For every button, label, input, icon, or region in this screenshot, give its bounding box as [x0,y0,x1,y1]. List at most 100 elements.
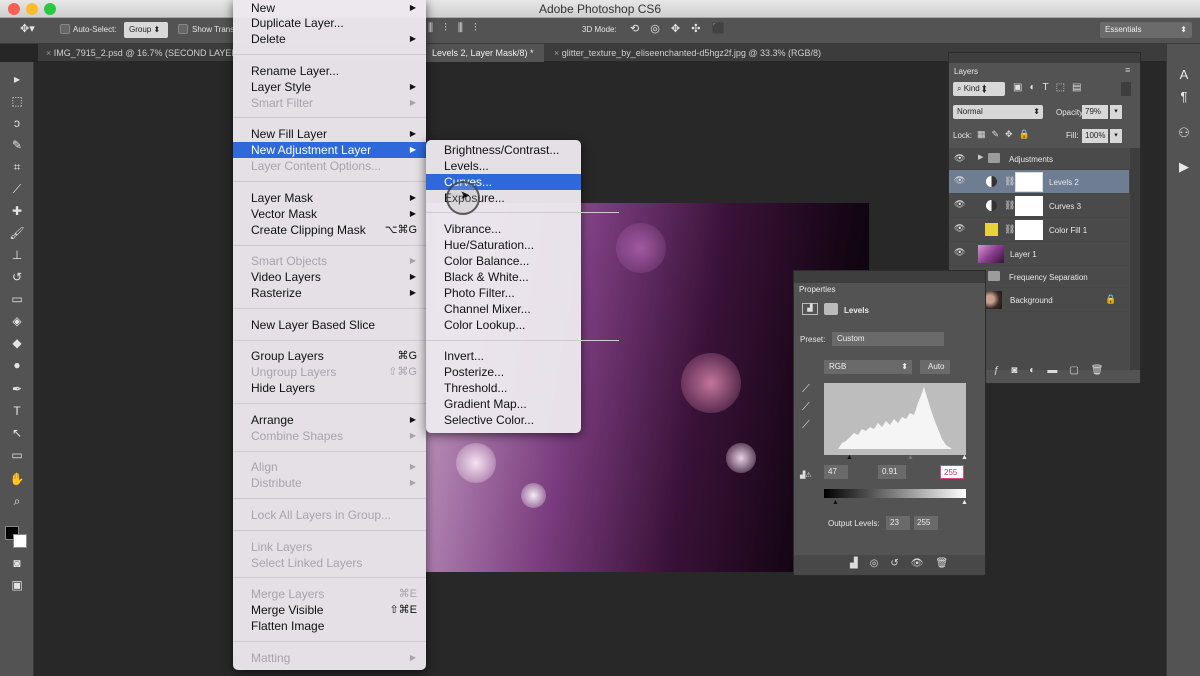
link-chain-icon[interactable]: ⛓ [1004,176,1015,187]
menu-item-matting[interactable]: Matting ▶ [233,650,426,666]
blur-tool-icon[interactable]: ◆ [7,334,27,352]
auto-select-dropdown[interactable]: Group ⬍ [124,22,168,38]
panel-menu-icon[interactable]: ≡ [1125,65,1130,75]
menu-item-rasterize[interactable]: Rasterize ▶ [233,285,426,301]
hand-tool-icon[interactable]: ✋ [7,470,27,488]
mask-icon[interactable] [824,303,838,315]
menu-item-layer-style[interactable]: Layer Style ▶ [233,79,426,95]
menu-item-delete[interactable]: Delete ▶ [233,31,426,47]
paragraph-panel-icon[interactable]: ¶ [1175,88,1193,106]
menu-item-new-layer-based-slice[interactable]: New Layer Based Slice [233,317,426,333]
menu-item-selective-color[interactable]: Selective Color... [426,412,581,428]
white-input-slider[interactable]: ▲ [961,454,968,461]
menu-item-smart-filter[interactable]: Smart Filter ▶ [233,95,426,111]
black-point-eyedropper-icon[interactable]: ⟋ [802,383,810,396]
shape-tool-icon[interactable]: ▭ [7,446,27,464]
menu-item-hue-saturation[interactable]: Hue/Saturation... [426,237,581,253]
black-input-slider[interactable]: ▲ [846,454,853,461]
layer-mask-thumbnail[interactable] [1015,172,1043,192]
menu-item-create-clipping-mask[interactable]: Create Clipping Mask ⌥⌘G [233,222,426,238]
menu-item-video-layers[interactable]: Video Layers ▶ [233,269,426,285]
fill-slider-button[interactable]: ▾ [1110,129,1122,143]
menu-item-vibrance[interactable]: Vibrance... [426,221,581,237]
eraser-tool-icon[interactable]: ▭ [7,290,27,308]
layers-footer-icons[interactable]: ⛓ƒ◙◐▬▢🗑 [969,365,1115,376]
layers-scrollbar[interactable] [1130,148,1140,370]
path-selection-tool-icon[interactable]: ↖ [7,424,27,442]
paint-bucket-tool-icon[interactable]: ◈ [7,312,27,330]
menu-item-new-fill-layer[interactable]: New Fill Layer ▶ [233,126,426,142]
output-black-field[interactable]: 23 [886,516,910,530]
menu-item-levels[interactable]: Levels... [426,158,581,174]
menu-item-link-layers[interactable]: Link Layers [233,539,426,555]
link-chain-icon[interactable]: ⛓ [1004,224,1015,235]
menu-item-flatten-image[interactable]: Flatten Image [233,618,426,634]
menu-item-new-adjustment-layer[interactable]: New Adjustment Layer ▶ [233,142,426,158]
menu-item-channel-mixer[interactable]: Channel Mixer... [426,301,581,317]
properties-footer-icons[interactable]: ▟◎↺👁🗑 [850,558,960,569]
menu-item-merge-layers[interactable]: Merge Layers ⌘E [233,586,426,602]
zoom-tool-icon[interactable]: ⌕ [7,492,27,510]
menu-item-color-lookup[interactable]: Color Lookup... [426,317,581,333]
menu-item-threshold[interactable]: Threshold... [426,380,581,396]
type-tool-icon[interactable]: T [7,402,27,420]
menu-item-duplicate-layer[interactable]: Duplicate Layer... [233,15,426,31]
eyedropper-tool-icon[interactable]: ⟋ [7,180,27,198]
3d-tools-icons[interactable]: ⟲ ◎ ✥ ✣ ⬛ [630,22,729,35]
menu-item-photo-filter[interactable]: Photo Filter... [426,285,581,301]
menu-item-combine-shapes[interactable]: Combine Shapes ▶ [233,428,426,444]
white-output-slider[interactable]: ▲ [961,499,968,506]
visibility-eye-icon[interactable]: 👁 [954,224,966,233]
auto-button[interactable]: Auto [920,360,950,374]
tab-glitter-texture[interactable]: × glitter_texture_by_eliseenchanted-d5hg… [546,44,846,62]
layer-mask-thumbnail[interactable] [1015,196,1043,216]
white-point-eyedropper-icon[interactable]: ⟋ [802,419,810,432]
crop-tool-icon[interactable]: ⌗ [7,158,27,176]
layer-row-curves-3[interactable]: 👁 ⛓ Curves 3 [949,194,1129,218]
align-distribute-icons[interactable]: ⫼ ⫶ ⫼ ⫶ [428,22,481,35]
blend-mode-dropdown[interactable]: Normal ⬍ [953,105,1043,119]
menu-item-color-balance[interactable]: Color Balance... [426,253,581,269]
menu-item-smart-objects[interactable]: Smart Objects ▶ [233,253,426,269]
kind-filter-dropdown[interactable]: ⌕ Kind ⬍ [953,82,1005,96]
input-gamma-field[interactable]: 0.91 [878,465,906,479]
marquee-tool-icon[interactable]: ⬚ [7,92,27,110]
black-output-slider[interactable]: ▲ [832,499,839,506]
visibility-eye-icon[interactable]: 👁 [954,248,966,257]
tab-img-7915[interactable]: × IMG_7915_2.psd @ 16.7% (SECOND LAYER [38,44,234,62]
menu-item-vector-mask[interactable]: Vector Mask ▶ [233,206,426,222]
close-tab-icon[interactable]: × [554,48,562,58]
layer-mask-thumbnail[interactable] [1015,220,1043,240]
close-tab-icon[interactable]: × [46,48,54,58]
menu-item-rename-layer[interactable]: Rename Layer... [233,63,426,79]
filter-type-icons[interactable]: ▣◐T⬚▤ [1013,82,1089,93]
move-tool-icon[interactable]: ✥▾ [20,22,35,35]
pen-tool-icon[interactable]: ✒ [7,380,27,398]
preset-dropdown[interactable]: Custom [832,332,944,346]
menu-item-gradient-map[interactable]: Gradient Map... [426,396,581,412]
actions-panel-icon[interactable]: ▶ [1175,158,1193,176]
menu-item-layer-mask[interactable]: Layer Mask ▶ [233,190,426,206]
menu-item-lock-all-layers-in-group[interactable]: Lock All Layers in Group... [233,507,426,523]
menu-item-group-layers[interactable]: Group Layers ⌘G [233,348,426,364]
gray-point-eyedropper-icon[interactable]: ⟋ [802,401,810,414]
opacity-input[interactable]: 79% [1082,105,1108,119]
visibility-eye-icon[interactable]: 👁 [954,176,966,185]
menu-item-distribute[interactable]: Distribute ▶ [233,475,426,491]
menu-item-posterize[interactable]: Posterize... [426,364,581,380]
clipping-warning-icon[interactable]: ▟⚠ [800,471,812,479]
menu-item-layer-content-options[interactable]: Layer Content Options... [233,158,426,174]
input-black-field[interactable]: 47 [824,465,848,479]
auto-select-checkbox[interactable] [60,24,70,34]
quick-select-tool-icon[interactable]: ✎ [7,136,27,154]
menu-item-brightness-contrast[interactable]: Brightness/Contrast... [426,142,581,158]
history-brush-tool-icon[interactable]: ↺ [7,268,27,286]
background-color-swatch[interactable] [13,534,27,548]
menu-item-new[interactable]: New ▶ [233,0,426,16]
menu-item-ungroup-layers[interactable]: Ungroup Layers ⇧⌘G [233,364,426,380]
visibility-eye-icon[interactable]: 👁 [954,154,966,163]
dodge-tool-icon[interactable]: ● [7,356,27,374]
channels-panel-icon[interactable]: ⚇ [1175,124,1193,142]
output-white-field[interactable]: 255 [914,516,938,530]
tab-active-document[interactable]: Levels 2, Layer Mask/8) * [424,44,544,62]
